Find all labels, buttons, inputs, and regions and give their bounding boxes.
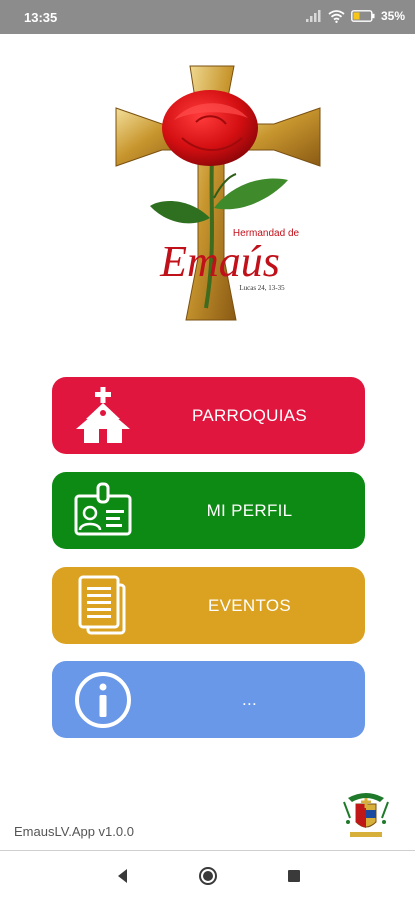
parroquias-label: PARROQUIAS <box>191 406 308 425</box>
app-version: EmausLV.App v1.0.0 <box>14 824 134 839</box>
info-button[interactable]: ... <box>52 661 365 738</box>
mi-perfil-label: MI PERFIL <box>206 501 293 520</box>
eventos-button[interactable]: EVENTOS <box>52 567 365 644</box>
eventos-label: EVENTOS <box>207 596 292 615</box>
battery-icon <box>351 10 375 22</box>
back-icon[interactable] <box>112 865 134 887</box>
system-navigation-bar <box>0 850 415 901</box>
mi-perfil-button[interactable]: MI PERFIL <box>52 472 365 549</box>
bishop-coat-of-arms-icon <box>343 793 389 837</box>
info-label: ... <box>241 690 258 709</box>
wifi-icon <box>328 9 345 23</box>
recents-icon[interactable] <box>283 865 305 887</box>
battery-percent: 35% <box>380 9 405 23</box>
documents-icon <box>78 575 126 635</box>
info-icon <box>75 672 131 728</box>
parroquias-button[interactable]: PARROQUIAS <box>52 377 365 454</box>
status-time: 13:35 <box>24 10 58 25</box>
signal-icon <box>305 10 321 22</box>
hermandad-emaus-logo: Hermandad de Emaús Lucas 24, 13-35 <box>115 65 321 321</box>
logo-reference: Lucas 24, 13-35 <box>239 284 285 292</box>
id-badge-icon <box>74 482 132 536</box>
logo-title-large: Emaús <box>159 237 280 286</box>
status-icons: 35% <box>305 9 405 23</box>
status-bar: 13:35 35% <box>0 0 415 34</box>
home-icon[interactable] <box>197 865 219 887</box>
church-icon <box>76 387 130 443</box>
